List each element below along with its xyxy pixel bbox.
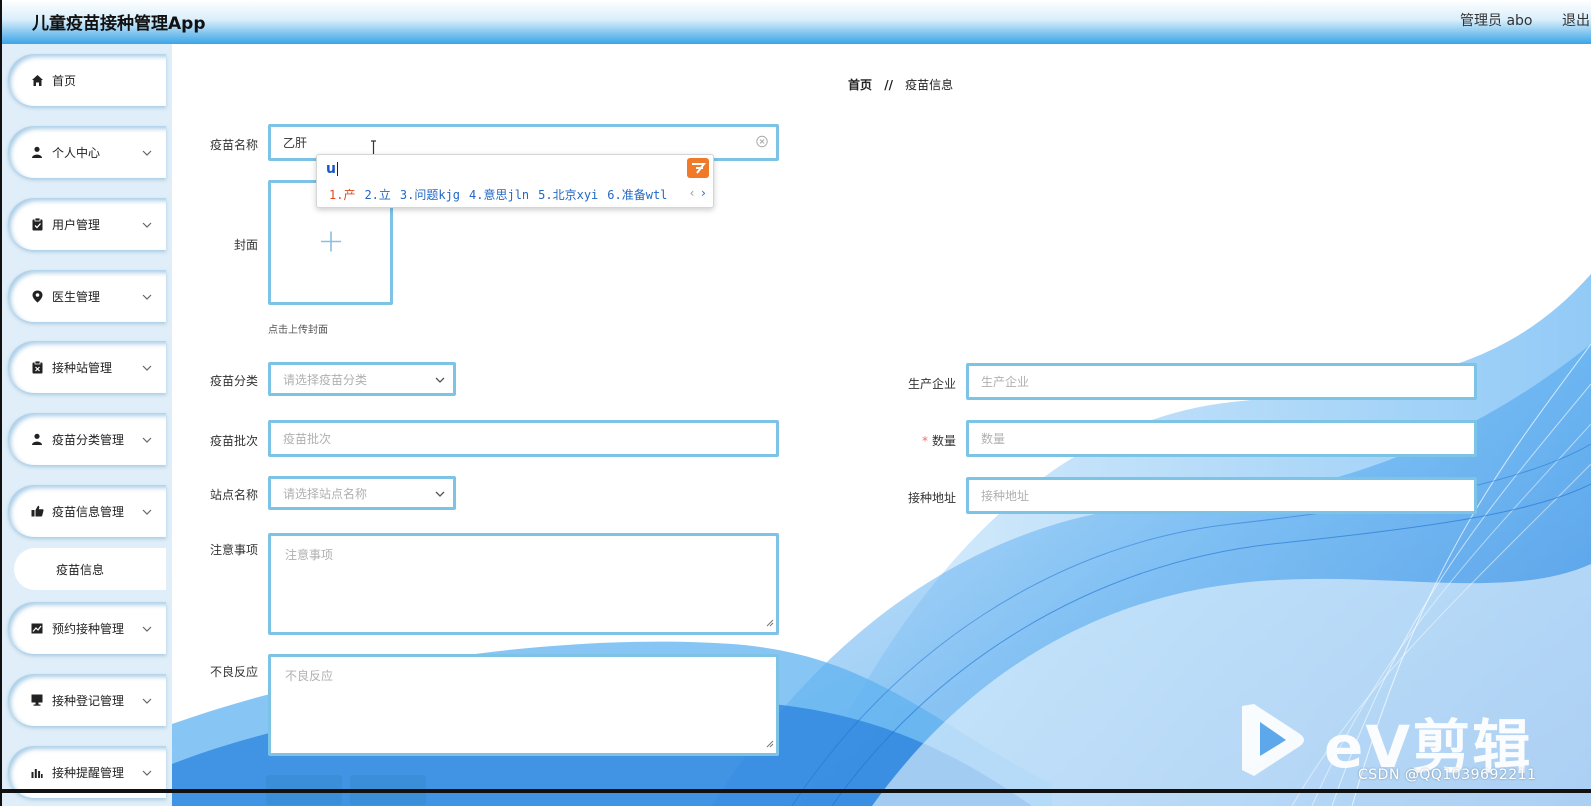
category-label: 疫苗分类 <box>209 374 258 388</box>
bottom-border <box>0 789 1591 793</box>
category-placeholder: 请选择疫苗分类 <box>283 372 368 387</box>
clipboard-x-icon <box>30 360 44 374</box>
chevron-down-icon <box>435 486 445 500</box>
breadcrumb-separator: // <box>884 78 893 92</box>
sidebar-item-label: 个人中心 <box>52 145 101 160</box>
sidebar-item-label: 用户管理 <box>52 217 101 232</box>
sidebar-item-user-management[interactable]: 用户管理 <box>8 198 166 250</box>
plus-icon <box>320 230 342 255</box>
chevron-down-icon <box>435 372 445 386</box>
user-label: 管理员 abo <box>1460 13 1533 29</box>
sidebar-item-registration-management[interactable]: 接种登记管理 <box>8 674 166 726</box>
sidebar-item-label: 接种登记管理 <box>52 693 125 708</box>
ime-logo-icon[interactable] <box>687 158 709 178</box>
batch-placeholder: 疫苗批次 <box>283 432 332 446</box>
app-title: 儿童疫苗接种管理App <box>32 14 206 34</box>
ime-candidate-popup: u 1.产 2.立 3.问题kjg 4.意思jln 5.北京xyi 6.准备wt… <box>316 154 714 208</box>
submenu-vaccine-info[interactable]: 疫苗信息 <box>14 548 166 590</box>
home-icon <box>30 73 44 87</box>
required-mark: * <box>921 434 928 448</box>
ime-candidate[interactable]: 5.北京xyi <box>538 186 598 203</box>
chevron-down-icon <box>142 432 156 446</box>
adverse-placeholder: 不良反应 <box>285 669 334 683</box>
breadcrumb: 首页 // 疫苗信息 <box>848 76 953 93</box>
chevron-down-icon <box>142 360 156 374</box>
sidebar-item-station-management[interactable]: 接种站管理 <box>8 341 166 393</box>
adverse-textarea[interactable]: 不良反应 <box>268 654 779 756</box>
category-select[interactable]: 请选择疫苗分类 <box>268 362 456 396</box>
chevron-down-icon <box>142 145 156 159</box>
adverse-label: 不良反应 <box>209 665 258 679</box>
sidebar-item-label: 接种站管理 <box>52 360 113 375</box>
quantity-label-text: 数量 <box>931 434 956 448</box>
top-bar: 儿童疫苗接种管理App 管理员 abo 退出 <box>0 0 1591 44</box>
sidebar-item-label: 首页 <box>52 73 77 88</box>
sidebar-item-personal-center[interactable]: 个人中心 <box>8 126 166 178</box>
clear-icon[interactable] <box>756 135 768 150</box>
sidebar-item-label: 疫苗信息管理 <box>52 504 125 519</box>
station-select[interactable]: 请选择站点名称 <box>268 476 456 510</box>
quantity-input[interactable]: 数量 <box>966 420 1477 457</box>
csdn-credit: CSDN @QQ1039692211 <box>1358 767 1537 783</box>
batch-label: 疫苗批次 <box>209 434 258 448</box>
sidebar-item-label: 预约接种管理 <box>52 621 125 636</box>
chevron-down-icon <box>142 693 156 707</box>
chart-icon <box>30 621 44 635</box>
ime-composition: u <box>326 161 338 177</box>
notes-textarea[interactable]: 注意事项 <box>268 533 779 635</box>
manufacturer-label: 生产企业 <box>907 377 956 391</box>
cover-label: 封面 <box>233 238 258 252</box>
chevron-down-icon <box>142 504 156 518</box>
address-input[interactable]: 接种地址 <box>966 477 1477 514</box>
breadcrumb-home[interactable]: 首页 <box>848 78 872 92</box>
ime-candidate[interactable]: 3.问题kjg <box>400 186 460 203</box>
monitor-icon <box>30 693 44 707</box>
address-label: 接种地址 <box>907 491 956 505</box>
ime-pager[interactable]: ‹ › <box>689 186 707 200</box>
notes-placeholder: 注意事项 <box>285 548 334 562</box>
user-icon <box>30 145 44 159</box>
clipboard-icon <box>30 217 44 231</box>
cover-upload-tip: 点击上传封面 <box>268 325 328 336</box>
sidebar-item-label: 医生管理 <box>52 289 101 304</box>
sidebar-item-label: 疫苗分类管理 <box>52 432 125 447</box>
chevron-right-icon[interactable]: › <box>700 186 707 200</box>
pin-icon <box>30 289 44 303</box>
station-label: 站点名称 <box>209 488 258 502</box>
ime-candidate-list: 1.产 2.立 3.问题kjg 4.意思jln 5.北京xyi 6.准备wtl <box>329 186 667 203</box>
chevron-left-icon[interactable]: ‹ <box>689 186 696 200</box>
ime-candidate[interactable]: 4.意思jln <box>469 186 529 203</box>
bar-chart-icon <box>30 765 44 779</box>
sidebar-item-appointment-management[interactable]: 预约接种管理 <box>8 602 166 654</box>
sidebar-item-vaccine-category-management[interactable]: 疫苗分类管理 <box>8 413 166 465</box>
sidebar: 首页 个人中心 用户管理 医生管理 接种站管理 疫苗分类管理 疫苗信息管理 疫苗… <box>0 44 172 806</box>
sidebar-item-home[interactable]: 首页 <box>8 54 166 106</box>
manufacturer-placeholder: 生产企业 <box>981 375 1030 389</box>
resize-grip-icon[interactable] <box>766 737 774 751</box>
chevron-down-icon <box>142 289 156 303</box>
chevron-down-icon <box>142 621 156 635</box>
manufacturer-input[interactable]: 生产企业 <box>966 363 1477 400</box>
vaccine-name-label: 疫苗名称 <box>209 138 258 152</box>
user-icon <box>30 432 44 446</box>
sidebar-item-doctor-management[interactable]: 医生管理 <box>8 270 166 322</box>
chevron-down-icon <box>142 765 156 779</box>
sidebar-item-vaccine-info-management[interactable]: 疫苗信息管理 <box>8 485 166 537</box>
ime-candidate[interactable]: 6.准备wtl <box>607 186 667 203</box>
notes-label: 注意事项 <box>209 543 258 557</box>
breadcrumb-current: 疫苗信息 <box>905 78 954 92</box>
sidebar-item-label: 接种提醒管理 <box>52 765 125 780</box>
quantity-label: * 数量 <box>876 432 956 449</box>
batch-input[interactable]: 疫苗批次 <box>268 420 779 457</box>
chevron-down-icon <box>142 217 156 231</box>
ime-candidate[interactable]: 1.产 <box>329 186 355 203</box>
logout-link[interactable]: 退出 <box>1562 10 1590 30</box>
resize-grip-icon[interactable] <box>766 616 774 630</box>
thumbs-up-icon <box>30 504 44 518</box>
station-placeholder: 请选择站点名称 <box>283 486 368 501</box>
quantity-placeholder: 数量 <box>981 432 1006 446</box>
vaccine-name-value: 乙肝 <box>283 136 308 150</box>
address-placeholder: 接种地址 <box>981 489 1030 503</box>
ime-candidate[interactable]: 2.立 <box>364 186 390 203</box>
